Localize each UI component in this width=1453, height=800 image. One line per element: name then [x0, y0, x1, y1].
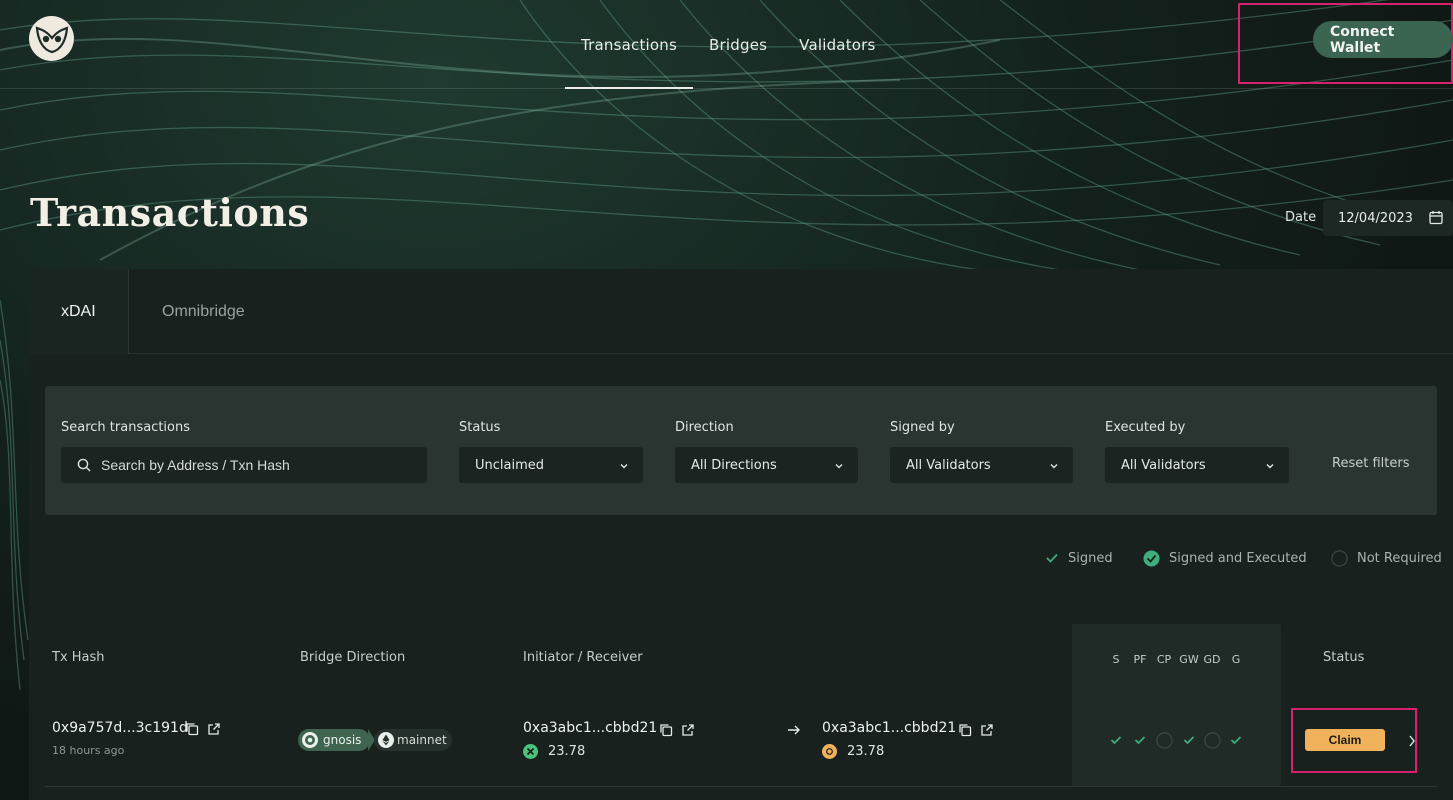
date-picker-input[interactable]: 12/04/2023 — [1323, 200, 1453, 236]
validator-gd-not-required-icon — [1203, 731, 1221, 749]
validator-header-gd: GD — [1203, 653, 1221, 666]
status-select-value: Unclaimed — [475, 457, 545, 473]
connect-wallet-button[interactable]: Connect Wallet — [1313, 21, 1453, 58]
signed-by-select[interactable]: All Validators — [890, 447, 1073, 483]
validator-header-pf: PF — [1133, 653, 1147, 666]
chevron-down-icon — [1049, 460, 1059, 475]
check-circle-icon — [1143, 550, 1160, 567]
tx-hash[interactable]: 0x9a757d...3c191d — [52, 720, 188, 736]
external-link-icon[interactable] — [207, 722, 221, 736]
main-nav: Transactions Bridges Validators — [565, 0, 892, 89]
nav-validators[interactable]: Validators — [783, 0, 891, 89]
direction-filter-label: Direction — [675, 420, 734, 435]
dai-coin-icon — [822, 744, 837, 759]
date-label: Date — [1285, 210, 1317, 225]
validator-g-signed-check-icon — [1227, 731, 1245, 749]
validator-header-s: S — [1112, 653, 1120, 666]
external-link-icon[interactable] — [980, 723, 994, 737]
receiver-address[interactable]: 0xa3abc1...cbbd21 — [822, 720, 956, 736]
calendar-icon[interactable] — [1429, 210, 1443, 229]
chain-chip-mainnet: mainnet — [374, 729, 452, 751]
validator-header-gw: GW — [1179, 653, 1199, 666]
chevron-down-icon — [1265, 460, 1275, 475]
ethereum-chain-icon — [378, 732, 394, 748]
legend-signed-label: Signed — [1068, 550, 1113, 566]
chevron-right-icon[interactable] — [1408, 733, 1416, 752]
validators-column — [1072, 624, 1281, 786]
validator-header-cp: CP — [1156, 653, 1172, 666]
search-placeholder: Search by Address / Txn Hash — [101, 457, 290, 473]
nav-transactions[interactable]: Transactions — [565, 0, 694, 89]
bridge-tabs: xDAI Omnibridge — [29, 269, 1453, 354]
initiator-amount-value: 23.78 — [548, 744, 586, 759]
legend-signed: Signed — [1045, 549, 1113, 567]
xdai-coin-icon — [523, 744, 538, 759]
top-header: Transactions Bridges Validators Connect … — [0, 0, 1453, 89]
tab-xdai[interactable]: xDAI — [29, 269, 129, 354]
executed-by-label: Executed by — [1105, 420, 1186, 435]
receiver-amount-value: 23.78 — [847, 744, 885, 759]
legend-not-required-label: Not Required — [1357, 550, 1442, 566]
status-select[interactable]: Unclaimed — [459, 447, 643, 483]
claim-button[interactable]: Claim — [1305, 729, 1385, 751]
arrow-right-icon — [787, 724, 801, 736]
legend-not-required: Not Required — [1331, 549, 1442, 567]
status-filter-label: Status — [459, 420, 501, 435]
initiator-amount: 23.78 — [523, 744, 585, 759]
executed-by-value: All Validators — [1121, 457, 1206, 473]
owl-icon — [35, 25, 68, 53]
tx-time: 18 hours ago — [52, 744, 125, 757]
search-input[interactable]: Search by Address / Txn Hash — [61, 447, 427, 483]
from-chain-label: gnosis — [323, 733, 362, 747]
nav-bridges[interactable]: Bridges — [693, 0, 783, 89]
column-header-initiator-receiver: Initiator / Receiver — [523, 650, 643, 665]
gnosis-owl-logo[interactable] — [29, 16, 74, 61]
gnosis-chain-icon — [302, 732, 318, 748]
column-header-tx-hash: Tx Hash — [52, 650, 105, 665]
validator-pf-signed-check-icon — [1131, 731, 1149, 749]
filters-bar: Search transactions Search by Address / … — [45, 386, 1437, 515]
column-header-status: Status — [1323, 650, 1365, 665]
tab-omnibridge[interactable]: Omnibridge — [162, 269, 245, 354]
validator-s-signed-check-icon — [1107, 731, 1125, 749]
empty-circle-icon — [1331, 549, 1348, 567]
search-icon — [77, 458, 91, 472]
check-icon — [1045, 552, 1059, 564]
signed-by-label: Signed by — [890, 420, 955, 435]
signed-by-value: All Validators — [906, 457, 991, 473]
chevron-down-icon — [834, 460, 844, 475]
search-label: Search transactions — [61, 420, 191, 435]
copy-icon[interactable] — [958, 723, 972, 737]
direction-select-value: All Directions — [691, 457, 777, 473]
validator-header-g: G — [1231, 653, 1241, 666]
executed-by-select[interactable]: All Validators — [1105, 447, 1289, 483]
validator-cp-not-required-icon — [1155, 731, 1173, 749]
to-chain-label: mainnet — [397, 733, 447, 747]
receiver-amount: 23.78 — [822, 744, 884, 759]
page-title: Transactions — [30, 190, 310, 235]
chain-chip-gnosis: gnosis — [298, 729, 370, 751]
legend-signed-executed-label: Signed and Executed — [1169, 550, 1307, 566]
copy-icon[interactable] — [659, 723, 673, 737]
initiator-address[interactable]: 0xa3abc1...cbbd21 — [523, 720, 657, 736]
direction-select[interactable]: All Directions — [675, 447, 858, 483]
copy-icon[interactable] — [185, 722, 199, 736]
column-header-bridge-direction: Bridge Direction — [300, 650, 406, 665]
chevron-down-icon — [619, 460, 629, 475]
reset-filters-button[interactable]: Reset filters — [1332, 456, 1409, 471]
legend-signed-executed: Signed and Executed — [1143, 549, 1307, 567]
row-divider — [45, 786, 1437, 787]
date-value: 12/04/2023 — [1338, 210, 1413, 226]
validator-gw-signed-check-icon — [1180, 731, 1198, 749]
external-link-icon[interactable] — [681, 723, 695, 737]
